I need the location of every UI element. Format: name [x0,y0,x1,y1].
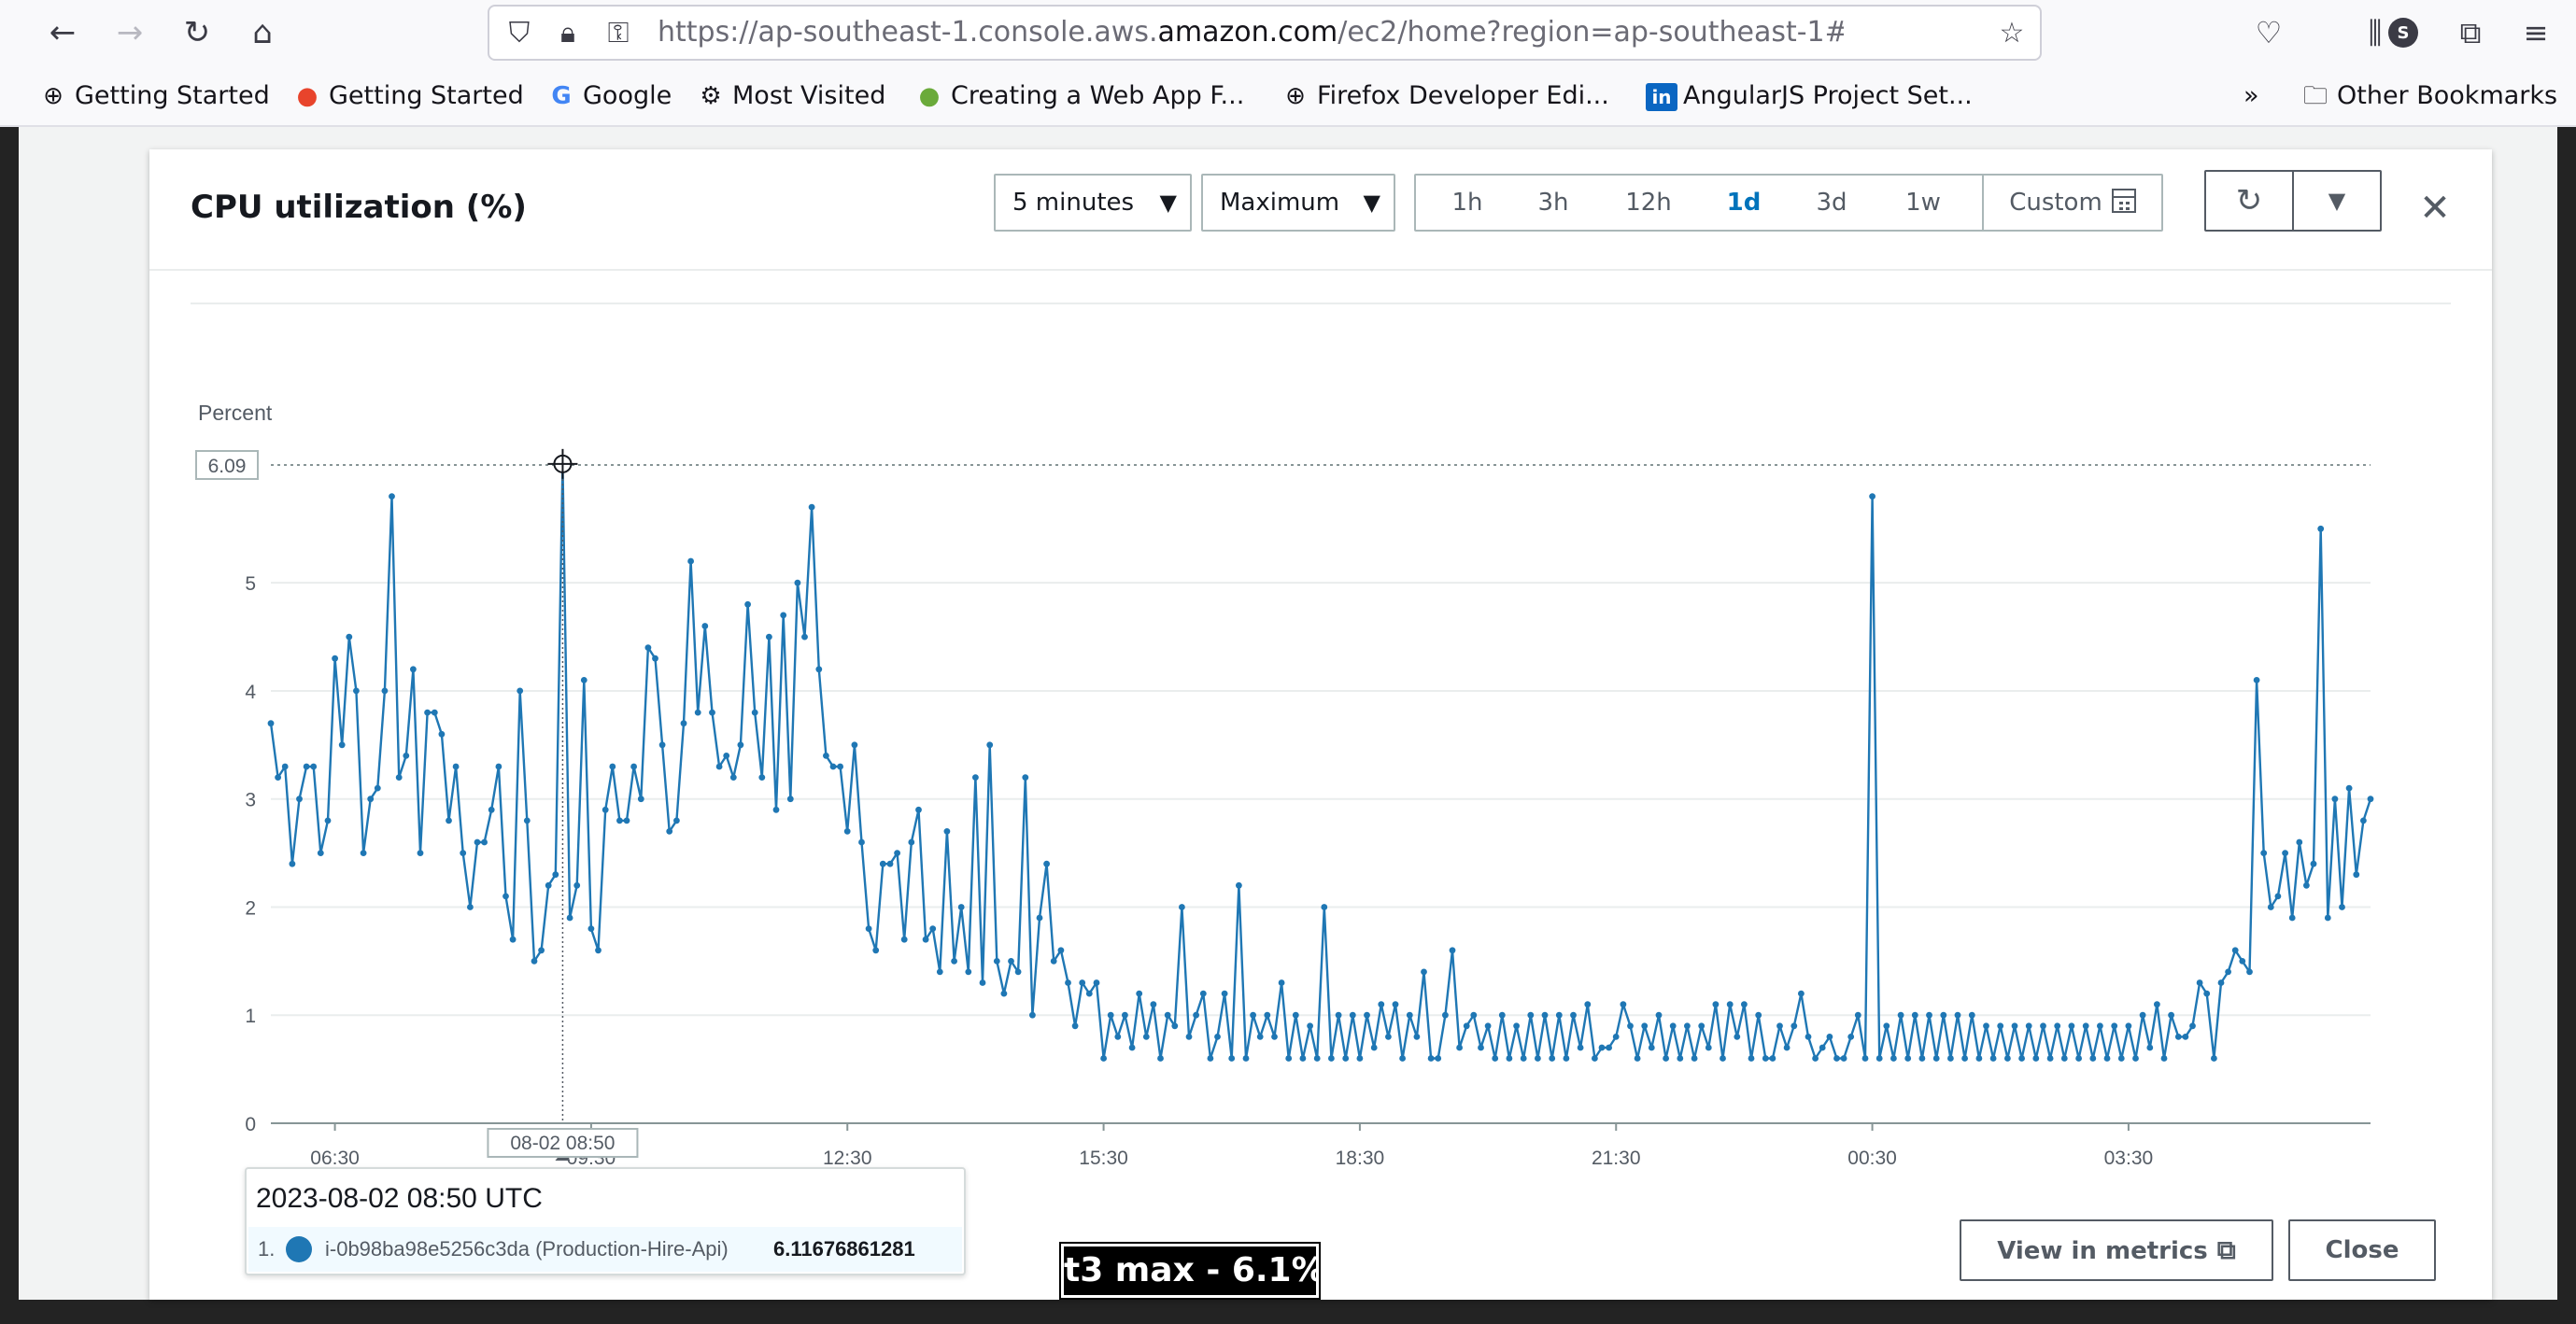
chart-tooltip: 2023-08-02 08:50 UTC 1. i-0b98ba98e5256c… [245,1167,966,1275]
bookmark-getting-started-2[interactable]: ● Getting Started [291,65,524,127]
custom-range-label: Custom [2009,189,2102,217]
profile-letter: S [2388,18,2418,48]
view-in-metrics-button[interactable]: View in metrics ⧉ [1960,1219,2273,1281]
range-1d-button[interactable]: 1d [1711,176,1776,230]
home-icon[interactable]: ⌂ [237,7,288,58]
calendar-icon [2111,188,2136,213]
period-select[interactable]: 5 minutes ▼ [994,174,1192,232]
globe-icon: ⊕ [1285,82,1306,110]
bookmark-creating-web-app[interactable]: ● Creating a Web App F... [913,65,1245,127]
firefox-icon: ● [296,82,318,110]
statistic-select-value: Maximum [1220,189,1340,217]
pocket-icon[interactable]: ♡ [2243,7,2294,58]
url-text[interactable]: https://ap-southeast-1.console.aws.amazo… [658,7,1844,59]
folder-icon: 🗀︎ [2302,82,2328,110]
bookmark-firefox-dev-edition[interactable]: ⊕ Firefox Developer Edi... [1280,65,1609,127]
close-icon[interactable]: ✕ [2410,183,2460,233]
caret-down-icon: ▼ [1159,190,1177,216]
refresh-control: ↻ ▼ [2204,170,2382,232]
bookmarks-bar: ⊕ Getting Started ● Getting Started G Googl… [0,65,2576,127]
refresh-icon[interactable]: ↻ [2206,172,2294,230]
back-arrow-icon[interactable]: ← [37,7,88,58]
browser-nav-bar: ← → ↻ ⌂ ⛉ 🔒︎ ⚿ https://ap-southeast-1.co… [0,0,2576,65]
page-background: CPU utilization (%) 5 minutes ▼ Maximum … [0,127,2576,1324]
metric-modal: CPU utilization (%) 5 minutes ▼ Maximum … [149,149,2492,1300]
tooltip-series-index: 1. [258,1237,276,1261]
bookmark-most-visited[interactable]: ⚙ Most Visited [695,65,885,127]
period-select-value: 5 minutes [1012,189,1135,217]
close-button[interactable]: Close [2288,1219,2436,1281]
range-1w-button[interactable]: 1w [1890,176,1956,230]
tooltip-series-value: 6.11676861281 [773,1237,915,1261]
extensions-icon[interactable]: ⧉ [2445,7,2496,58]
range-1h-button[interactable]: 1h [1435,176,1500,230]
bookmarks-overflow-icon[interactable]: » [2243,65,2259,127]
bookmark-star-icon[interactable]: ☆ [1991,7,2032,59]
external-link-icon: ⧉ [2216,1234,2236,1265]
gear-icon: ⚙ [700,82,722,110]
forward-arrow-icon[interactable]: → [105,7,155,58]
section-divider [191,303,2451,304]
lock-icon[interactable]: 🔒︎ [547,7,588,59]
range-3d-button[interactable]: 3d [1799,176,1864,230]
view-in-metrics-label: View in metrics [1997,1237,2208,1265]
modal-header: CPU utilization (%) 5 minutes ▼ Maximum … [149,149,2492,271]
caret-down-icon: ▼ [1363,190,1380,216]
tooltip-series-row: 1. i-0b98ba98e5256c3da (Production-Hire-… [248,1227,962,1272]
series-color-dot-icon [286,1236,312,1262]
permissions-icon[interactable]: ⚿ [598,7,639,59]
statistic-select[interactable]: Maximum ▼ [1201,174,1395,232]
time-range-selector: 1h 3h 12h 1d 3d 1w Custom [1414,174,2163,232]
bookmark-getting-started-1[interactable]: ⊕ Getting Started [37,65,270,127]
console-page: CPU utilization (%) 5 minutes ▼ Maximum … [19,127,2557,1300]
range-3h-button[interactable]: 3h [1521,176,1586,230]
globe-icon: ⊕ [43,82,64,110]
range-12h-button[interactable]: 12h [1606,176,1691,230]
refresh-options-caret-icon[interactable]: ▼ [2294,172,2380,230]
modal-title: CPU utilization (%) [191,189,527,226]
bookmark-other-bookmarks[interactable]: 🗀︎ Other Bookmarks [2300,65,2557,127]
url-bar[interactable]: ⛉ 🔒︎ ⚿ https://ap-southeast-1.console.aw… [488,5,2042,61]
google-icon: G [551,82,572,110]
tooltip-time: 2023-08-02 08:50 UTC [256,1183,543,1214]
reload-icon[interactable]: ↻ [172,7,222,58]
shield-icon[interactable]: ⛉ [499,7,540,59]
tooltip-series-name: i-0b98ba98e5256c3da (Production-Hire-Api… [325,1237,729,1261]
bookmark-google[interactable]: G Google [545,65,672,127]
bookmark-angularjs-project[interactable]: in AngularJS Project Set... [1646,65,1973,127]
menu-icon[interactable]: ≡ [2511,7,2561,58]
linkedin-icon: in [1646,83,1677,111]
range-custom-button[interactable]: Custom [1984,176,2161,230]
profile-avatar[interactable]: S [2378,7,2428,58]
leaf-icon: ● [918,82,941,110]
caption-overlay: t3 max - 6.1% [1059,1242,1325,1300]
